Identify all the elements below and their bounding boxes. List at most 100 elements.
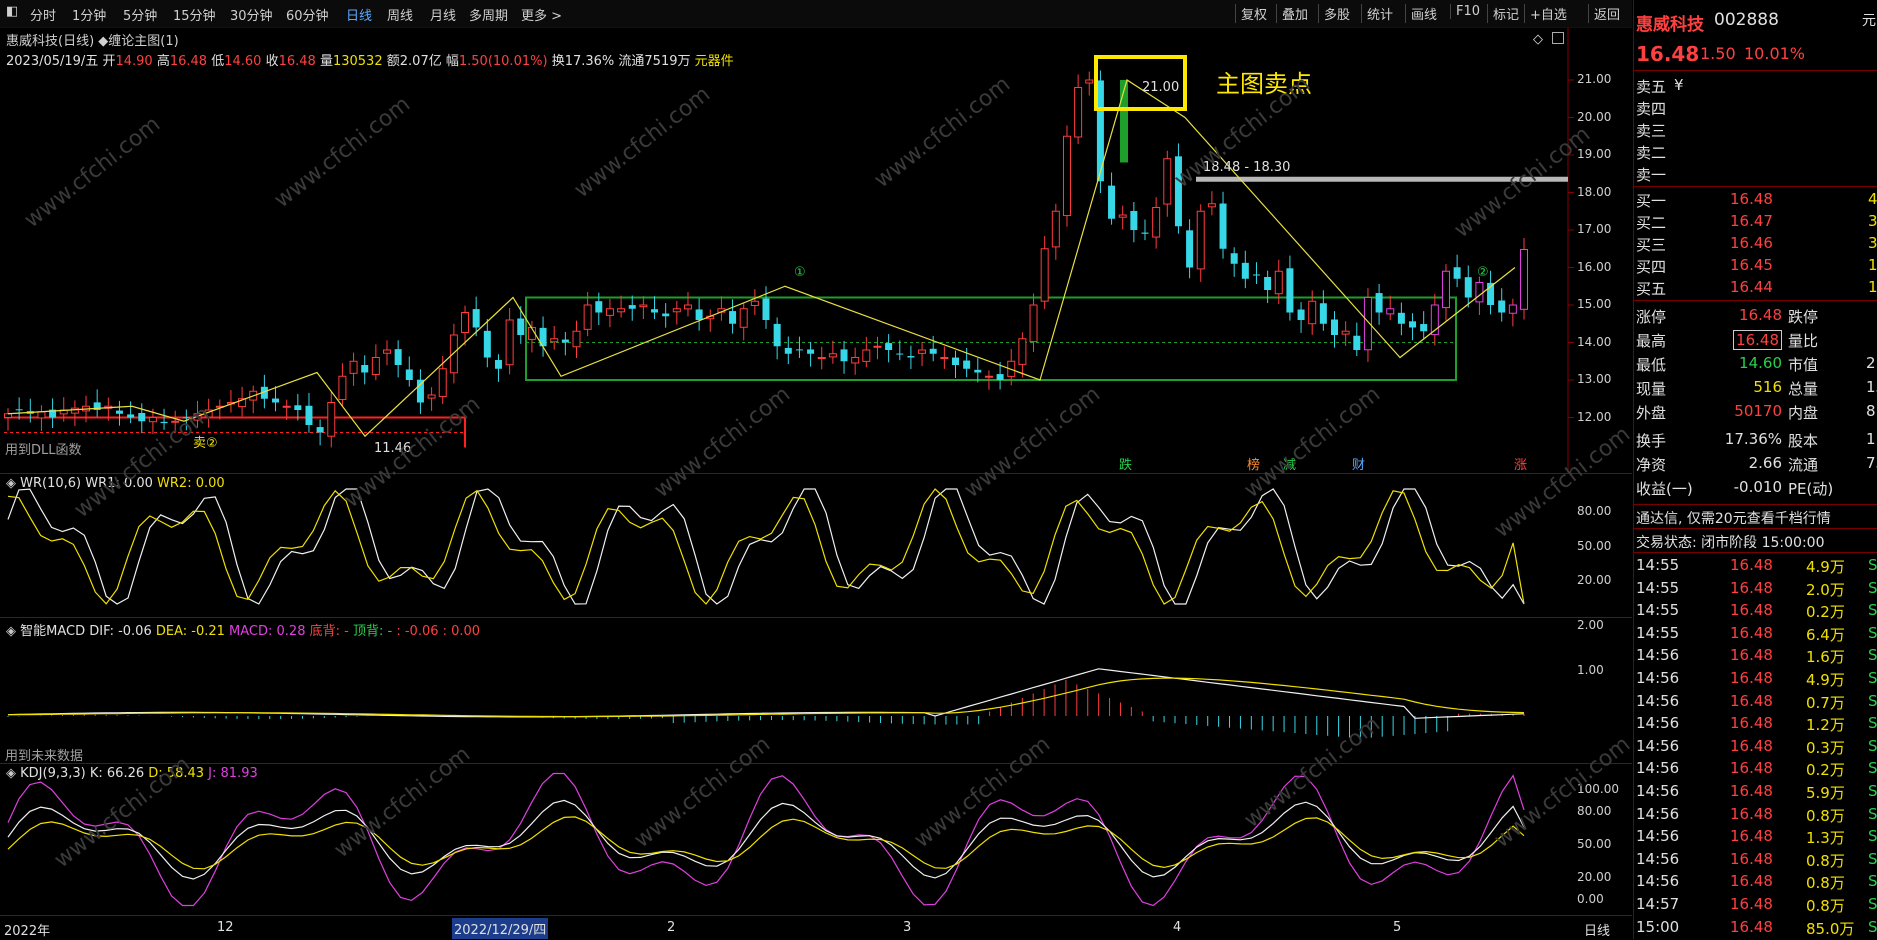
candle-body[interactable] <box>1051 210 1060 248</box>
period-tab-3[interactable]: 15分钟 <box>173 5 216 24</box>
time-axis[interactable]: 2022年 12 2022/12/29/四 2 3 4 5 日线 <box>0 915 1632 940</box>
candle-body[interactable] <box>1230 253 1238 264</box>
kdj-indicator-chart[interactable] <box>0 764 1632 916</box>
candle-body[interactable] <box>1386 308 1395 315</box>
toolbar-button-3[interactable]: 统计 <box>1361 4 1398 23</box>
candle-body[interactable] <box>1085 79 1094 84</box>
period-tab-9[interactable]: 多周期 <box>469 5 508 24</box>
candle-body[interactable] <box>160 421 168 424</box>
candle-body[interactable] <box>1196 210 1205 270</box>
ask-row[interactable]: 卖二 <box>1634 140 1877 162</box>
candle-body[interactable] <box>795 349 803 351</box>
candle-body[interactable] <box>628 305 636 309</box>
ask-row[interactable]: 卖五 ¥ <box>1634 74 1877 96</box>
notice-text[interactable]: 通达信, 仅需20元查看千档行情 <box>1636 508 1831 528</box>
candle-body[interactable] <box>361 365 369 373</box>
candle-body[interactable] <box>1152 207 1161 238</box>
candle-body[interactable] <box>940 357 949 359</box>
candle-body[interactable] <box>1163 158 1172 205</box>
candle-body[interactable] <box>438 368 447 397</box>
candle-body[interactable] <box>595 301 603 313</box>
period-tab-2[interactable]: 5分钟 <box>123 5 157 24</box>
candle-body[interactable] <box>1375 293 1383 313</box>
candle-body[interactable] <box>1319 303 1327 324</box>
candle-body[interactable] <box>282 405 291 408</box>
event-marker-3[interactable]: 财 <box>1352 454 1365 473</box>
candle-body[interactable] <box>472 309 480 328</box>
toolbar-button-5[interactable]: F10 <box>1450 4 1485 19</box>
candle-body[interactable] <box>138 413 146 422</box>
main-kline-chart[interactable] <box>0 28 1632 474</box>
candle-body[interactable] <box>1252 274 1260 276</box>
candle-body[interactable] <box>1241 262 1249 279</box>
candle-body[interactable] <box>739 308 748 328</box>
candle-body[interactable] <box>828 353 837 358</box>
candle-body[interactable] <box>651 309 659 313</box>
candle-body[interactable] <box>416 379 424 403</box>
candle-body[interactable] <box>885 343 893 350</box>
candle-body[interactable] <box>1498 300 1506 313</box>
candle-body[interactable] <box>862 349 871 362</box>
candle-body[interactable] <box>617 308 626 313</box>
candle-body[interactable] <box>127 414 135 418</box>
candle-body[interactable] <box>561 339 569 343</box>
candle-body[interactable] <box>896 353 904 355</box>
candle-body[interactable] <box>762 298 770 320</box>
candle-body[interactable] <box>1464 277 1472 298</box>
toolbar-button-1[interactable]: 叠加 <box>1276 4 1313 23</box>
bid-row[interactable]: 买四 16.45 1 <box>1634 254 1877 276</box>
toolbar-button-4[interactable]: 画线 <box>1405 4 1442 23</box>
candle-body[interactable] <box>639 304 648 308</box>
notice-row[interactable]: 通达信, 仅需20元查看千档行情 <box>1634 506 1877 528</box>
toolbar-button-6[interactable]: 标记 <box>1487 4 1524 23</box>
bid-row[interactable]: 买五 16.44 1 <box>1634 276 1877 298</box>
candle-body[interactable] <box>1018 338 1027 365</box>
ask-row[interactable]: 卖四 <box>1634 96 1877 118</box>
candle-body[interactable] <box>272 398 280 403</box>
toolbar-button-0[interactable]: 复权 <box>1235 4 1272 23</box>
bid-row[interactable]: 买一 16.48 43 <box>1634 188 1877 210</box>
ask-row[interactable]: 卖三 <box>1634 118 1877 140</box>
candle-body[interactable] <box>1308 300 1317 325</box>
candle-body[interactable] <box>316 427 324 433</box>
candle-body[interactable] <box>1409 321 1417 328</box>
candle-body[interactable] <box>583 304 592 330</box>
candle-body[interactable] <box>873 345 882 348</box>
bid-row[interactable]: 买二 16.47 3 <box>1634 210 1877 232</box>
period-tab-10[interactable]: 更多 > <box>521 5 562 24</box>
candle-body[interactable] <box>1508 304 1517 314</box>
candle-body[interactable] <box>115 410 123 414</box>
candle-body[interactable] <box>550 338 559 343</box>
candle-body[interactable] <box>483 330 491 358</box>
candle-body[interactable] <box>1520 249 1528 310</box>
candle-body[interactable] <box>907 356 915 358</box>
candle-body[interactable] <box>605 308 614 316</box>
event-marker-4[interactable]: 涨 <box>1514 454 1527 473</box>
panel-toggle-icon[interactable]: ◧ <box>6 4 18 19</box>
toolbar-button-2[interactable]: 多股 <box>1318 4 1355 23</box>
wr-indicator-chart[interactable] <box>0 474 1632 618</box>
candle-body[interactable] <box>695 309 703 320</box>
candle-body[interactable] <box>817 357 826 359</box>
macd-indicator-chart[interactable] <box>0 618 1632 764</box>
candle-body[interactable] <box>405 369 413 380</box>
candle-body[interactable] <box>305 405 313 425</box>
candle-body[interactable] <box>1062 135 1071 217</box>
candle-body[interactable] <box>996 374 1004 380</box>
candle-body[interactable] <box>1207 203 1216 208</box>
candle-body[interactable] <box>672 308 681 313</box>
candle-body[interactable] <box>383 349 391 354</box>
candle-body[interactable] <box>963 360 971 369</box>
candle-body[interactable] <box>427 394 436 399</box>
candle-body[interactable] <box>840 349 848 362</box>
candle-body[interactable] <box>662 313 670 317</box>
candle-body[interactable] <box>918 349 927 354</box>
candle-body[interactable] <box>952 357 959 365</box>
candle-body[interactable] <box>394 349 402 365</box>
candle-body[interactable] <box>37 411 46 419</box>
candle-body[interactable] <box>1219 203 1227 249</box>
candle-body[interactable] <box>4 413 12 418</box>
period-tab-4[interactable]: 30分钟 <box>230 5 273 24</box>
candle-body[interactable] <box>929 348 937 354</box>
period-tab-8[interactable]: 月线 <box>430 5 456 24</box>
